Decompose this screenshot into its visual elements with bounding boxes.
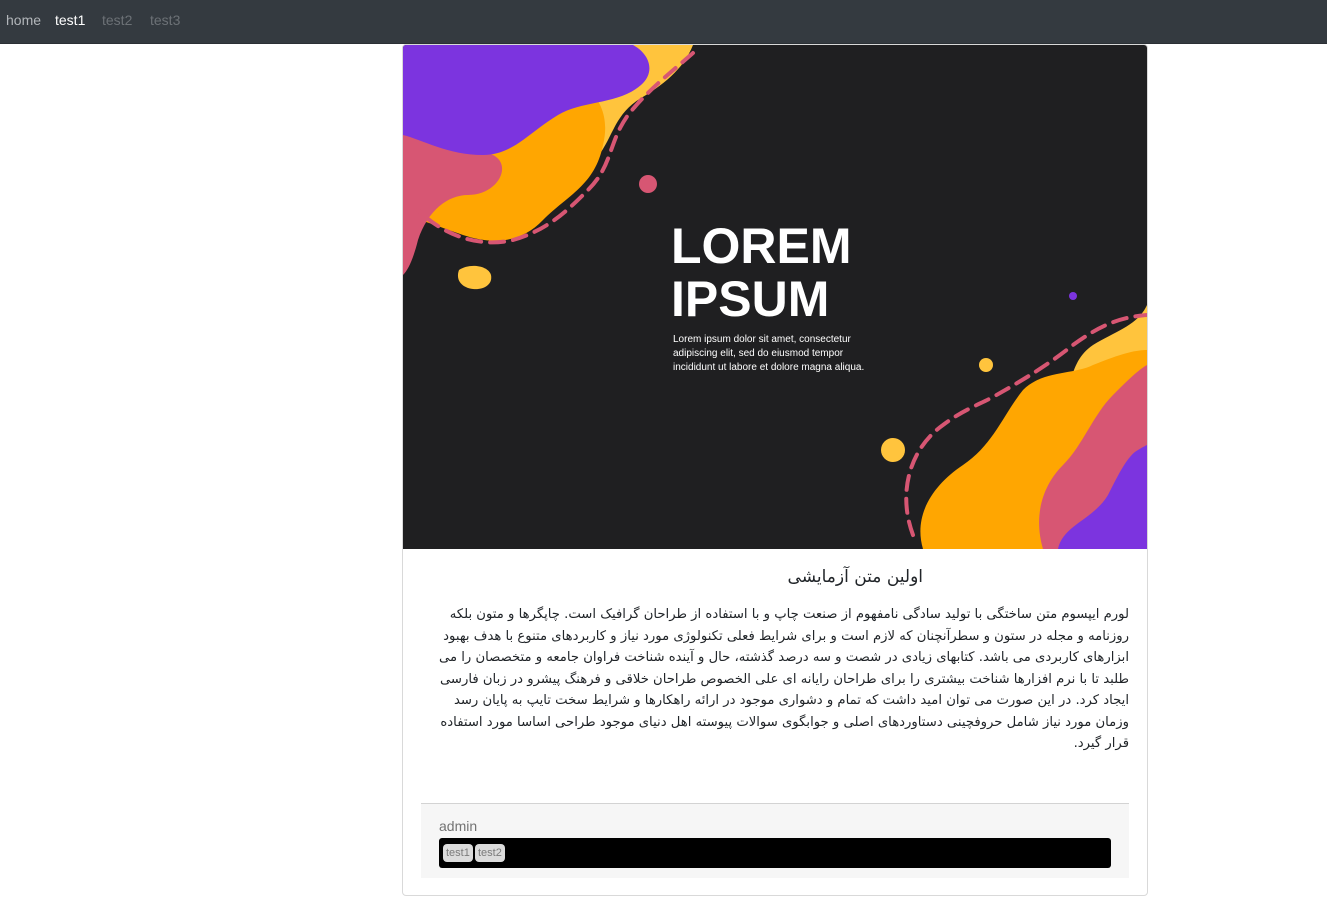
card-footer: admin test1 test2: [421, 803, 1129, 878]
image-caption-line1: Lorem ipsum dolor sit amet, consectetur: [673, 334, 852, 345]
post-card: LOREM IPSUM Lorem ipsum dolor sit amet, …: [402, 44, 1148, 896]
tag-test1[interactable]: test1: [443, 844, 473, 862]
image-headline-line1: LOREM: [671, 218, 852, 274]
image-caption-line2: adipiscing elit, sed do eiusmod tempor: [673, 348, 844, 359]
dot-yellow-bottom-large: [881, 438, 905, 462]
nav-link-test3[interactable]: test3: [150, 11, 180, 29]
nav-link-test2[interactable]: test2: [102, 11, 132, 29]
card-image: LOREM IPSUM Lorem ipsum dolor sit amet, …: [403, 45, 1147, 549]
image-caption-line3: incididunt ut labore et dolore magna ali…: [673, 362, 864, 373]
dot-pink-top: [639, 175, 657, 193]
dot-yellow-bottom: [979, 358, 993, 372]
tag-test2[interactable]: test2: [475, 844, 505, 862]
card-body-text: لورم ایپسوم متن ساختگی با تولید سادگی نا…: [438, 607, 1129, 751]
author-name: admin: [439, 818, 478, 834]
top-navbar: home test1 test2 test3: [0, 0, 1327, 43]
image-headline-line2: IPSUM: [671, 271, 829, 327]
card-title: اولین متن آزمایشی: [787, 567, 923, 587]
tag-bar: test1 test2: [439, 838, 1111, 868]
nav-link-test1[interactable]: test1: [55, 11, 85, 29]
dot-purple-bottom: [1069, 292, 1077, 300]
nav-link-home[interactable]: home: [6, 11, 41, 29]
